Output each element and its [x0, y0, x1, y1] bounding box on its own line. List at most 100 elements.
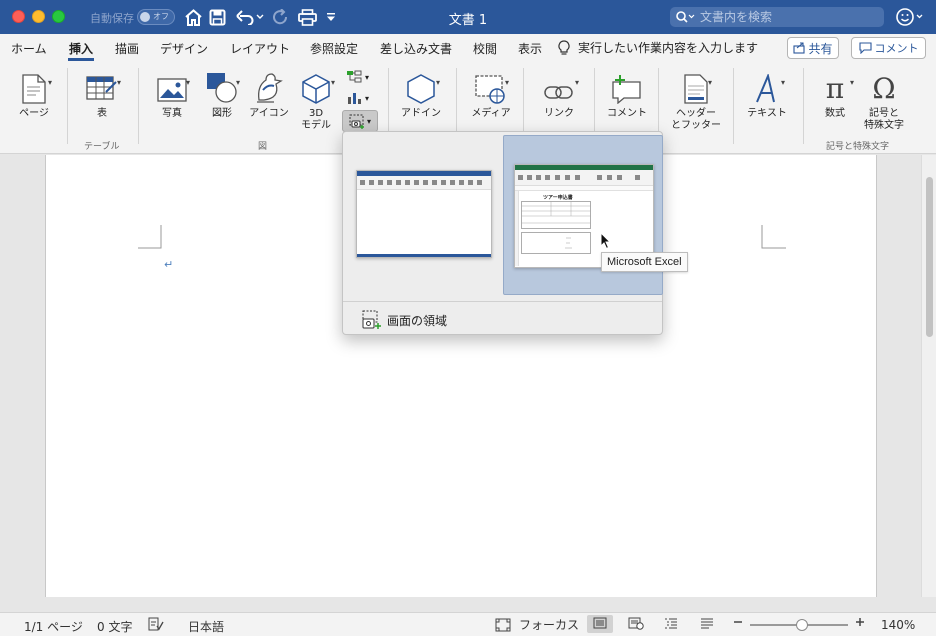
zoom-level[interactable]: 140%	[881, 618, 915, 632]
zoom-in-icon[interactable]	[855, 616, 865, 628]
redo-icon[interactable]	[272, 6, 290, 28]
share-button[interactable]: 共有	[787, 37, 839, 59]
3d-models-caret[interactable]: ▾	[331, 78, 335, 87]
symbol-button[interactable]: Ω 記号と 特殊文字	[862, 68, 906, 132]
tab-insert[interactable]: 挿入	[69, 40, 93, 57]
media-button[interactable]: メディア	[468, 68, 514, 120]
page-icon	[22, 68, 46, 104]
equation-button[interactable]: π 数式	[814, 68, 856, 120]
addins-caret[interactable]: ▾	[436, 78, 440, 87]
tab-mailings[interactable]: 差し込み文書	[380, 40, 452, 57]
picture-icon	[157, 68, 187, 104]
scrollbar-thumb[interactable]	[926, 177, 933, 337]
close-window-button[interactable]	[12, 10, 25, 23]
3d-models-label: 3D モデル	[301, 108, 331, 131]
chart-button[interactable]: ▾	[346, 91, 369, 105]
tell-me-box[interactable]: 実行したい作業内容を入力します	[558, 39, 758, 56]
print-layout-view-icon[interactable]	[593, 617, 607, 629]
shapes-button[interactable]: 図形	[200, 68, 244, 120]
pictures-label: 写真	[162, 108, 182, 119]
paragraph-mark: ↵	[164, 258, 174, 271]
new-comment-icon	[612, 68, 642, 104]
draft-view-icon[interactable]	[700, 617, 714, 629]
addins-button[interactable]: アドイン	[398, 68, 444, 120]
pages-caret[interactable]: ▾	[48, 78, 52, 87]
margin-mark-left	[138, 225, 162, 249]
cube-icon	[302, 68, 330, 104]
3d-models-button[interactable]: 3D モデル	[296, 68, 336, 132]
header-footer-caret[interactable]: ▾	[708, 78, 712, 87]
equation-label: 数式	[825, 108, 845, 119]
zoom-slider-knob[interactable]	[795, 619, 808, 631]
header-footer-icon	[684, 68, 708, 104]
tab-draw[interactable]: 描画	[115, 40, 139, 57]
web-layout-view-icon[interactable]	[628, 617, 644, 630]
save-icon[interactable]	[209, 6, 226, 28]
media-caret[interactable]: ▾	[505, 78, 509, 87]
screen-clipping-label: 画面の領域	[387, 313, 448, 328]
header-footer-button[interactable]: ヘッダー とフッター	[668, 68, 724, 132]
language[interactable]: 日本語	[188, 618, 224, 635]
text-button[interactable]: テキスト	[744, 68, 790, 120]
header-footer-label: ヘッダー とフッター	[671, 108, 721, 131]
proofing-icon[interactable]	[148, 617, 164, 631]
screen-clipping-icon	[362, 310, 381, 329]
autosave-toggle[interactable]: オフ	[137, 9, 175, 25]
table-icon	[86, 68, 118, 104]
zoom-out-icon[interactable]	[733, 616, 743, 628]
equation-caret[interactable]: ▾	[850, 78, 854, 87]
search-input[interactable]	[700, 10, 870, 24]
minimize-window-button[interactable]	[32, 10, 45, 23]
word-count[interactable]: 0 文字	[97, 618, 132, 635]
media-label: メディア	[471, 108, 511, 119]
zoom-window-button[interactable]	[52, 10, 65, 23]
focus-mode-button[interactable]: フォーカス	[495, 616, 579, 633]
ribbon-tabs: ホーム 挿入 描画 デザイン レイアウト 参照設定 差し込み文書 校閲 表示 実…	[0, 34, 936, 62]
screenshot-icon	[349, 114, 364, 129]
window-thumbnail-word[interactable]	[356, 170, 492, 258]
new-comment-button[interactable]: コメント	[604, 68, 650, 120]
search-box[interactable]	[670, 7, 884, 27]
mouse-pointer-icon	[600, 232, 612, 250]
text-caret[interactable]: ▾	[781, 78, 785, 87]
pictures-caret[interactable]: ▾	[186, 78, 190, 87]
tab-home[interactable]: ホーム	[11, 40, 47, 57]
tell-me-text: 実行したい作業内容を入力します	[578, 41, 759, 55]
screen-clipping-option[interactable]: 画面の領域	[361, 309, 447, 331]
new-comment-label: コメント	[607, 108, 647, 119]
print-icon[interactable]	[298, 6, 317, 28]
link-caret[interactable]: ▾	[575, 78, 579, 87]
tab-layout[interactable]: レイアウト	[230, 40, 290, 57]
page-count[interactable]: 1/1 ページ	[24, 618, 83, 635]
icons-button[interactable]: アイコン	[248, 68, 290, 120]
pictures-button[interactable]: 写真	[150, 68, 194, 120]
link-button[interactable]: リンク	[536, 68, 582, 120]
tab-design[interactable]: デザイン	[160, 40, 208, 57]
screenshot-dropdown: ツアー申込書 画面の領域	[342, 131, 663, 335]
shapes-label: 図形	[212, 108, 232, 119]
share-label: 共有	[808, 41, 833, 56]
comments-button[interactable]: コメント	[851, 37, 926, 59]
smartart-button[interactable]: ▾	[346, 70, 369, 84]
pages-button[interactable]: ページ	[14, 68, 54, 120]
tab-references[interactable]: 参照設定	[310, 40, 358, 57]
group-label-table: テーブル	[84, 142, 120, 152]
undo-icon[interactable]	[236, 6, 264, 28]
shapes-caret[interactable]: ▾	[236, 78, 240, 87]
feedback-smiley-icon[interactable]	[896, 7, 924, 30]
outline-view-icon[interactable]	[664, 617, 678, 629]
table-button[interactable]: 表	[80, 68, 124, 120]
tab-view[interactable]: 表示	[518, 40, 542, 57]
vertical-scrollbar[interactable]	[921, 155, 936, 597]
screenshot-button[interactable]: ▾	[342, 110, 378, 132]
home-icon[interactable]	[184, 6, 203, 28]
customize-toolbar-icon[interactable]	[326, 6, 336, 28]
excel-sheet-heading: ツアー申込書	[543, 195, 573, 201]
omega-icon: Ω	[872, 72, 896, 105]
media-icon	[475, 68, 507, 104]
table-caret[interactable]: ▾	[117, 78, 121, 87]
group-label-symbols: 記号と特殊文字	[826, 142, 890, 152]
tab-review[interactable]: 校閲	[473, 40, 497, 57]
symbol-label: 記号と 特殊文字	[864, 108, 904, 131]
text-label: テキスト	[747, 108, 787, 119]
